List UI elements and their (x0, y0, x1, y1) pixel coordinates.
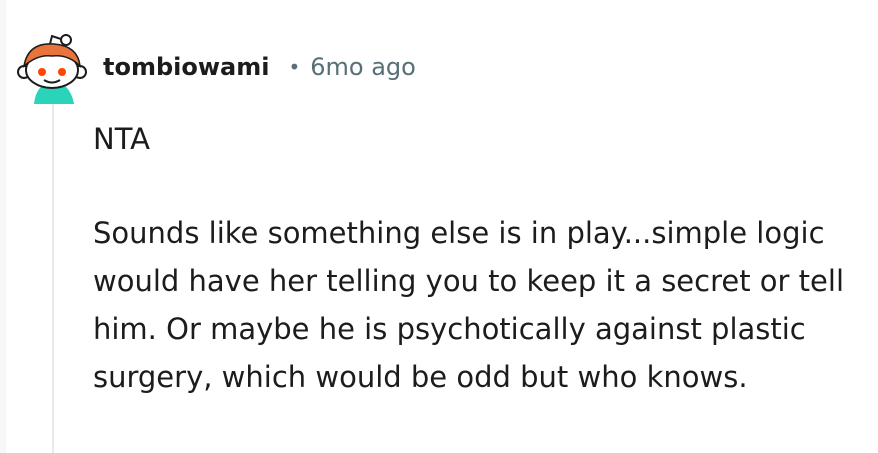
comment-paragraph: NTA (93, 122, 150, 156)
comment-body: NTA Sounds like something else is in pla… (93, 115, 873, 401)
left-gutter (0, 0, 6, 453)
comment-header: tombiowami • 6mo ago (103, 49, 416, 85)
meta-separator: • (288, 55, 301, 79)
comment-card: tombiowami • 6mo ago NTA Sounds like som… (0, 0, 878, 453)
timestamp[interactable]: 6mo ago (310, 53, 416, 81)
author-username[interactable]: tombiowami (103, 53, 269, 81)
reddit-snoo-avatar-icon[interactable] (8, 24, 96, 104)
comment-paragraph: Sounds like something else is in play...… (93, 216, 845, 394)
thread-line[interactable] (52, 100, 54, 453)
